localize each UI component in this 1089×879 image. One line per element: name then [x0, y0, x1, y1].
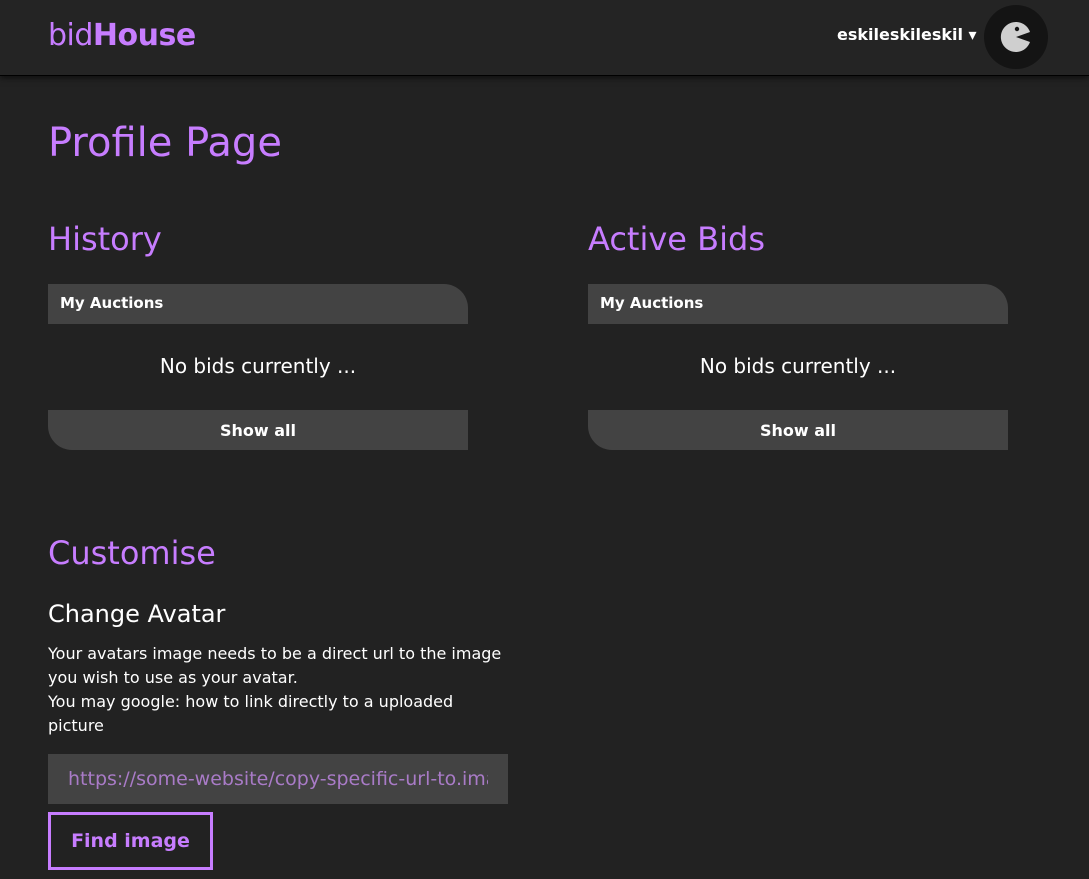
- find-image-button[interactable]: Find image: [48, 812, 213, 870]
- change-avatar-heading: Change Avatar: [48, 600, 226, 628]
- page-title: Profile Page: [48, 120, 282, 166]
- logo-text-bold: House: [92, 18, 196, 53]
- active-bids-show-all-button[interactable]: Show all: [588, 410, 1008, 450]
- chevron-down-icon: ▾: [968, 25, 977, 44]
- active-bids-empty-text: No bids currently ...: [699, 354, 897, 378]
- history-empty-text: No bids currently ...: [159, 354, 357, 378]
- avatar[interactable]: [984, 5, 1048, 69]
- history-show-all-button[interactable]: Show all: [48, 410, 468, 450]
- avatar-instructions-line-2: You may google: how to link directly to …: [48, 692, 454, 735]
- avatar-instructions-line-1: Your avatars image needs to be a direct …: [48, 644, 502, 687]
- logo-text-light: bid: [48, 18, 93, 53]
- customise-heading: Customise: [48, 534, 216, 572]
- history-heading: History: [48, 220, 162, 258]
- user-menu-dropdown[interactable]: eskileskileskil ▾: [837, 25, 977, 44]
- active-bids-panel-header: My Auctions: [588, 284, 1008, 324]
- history-panel-header: My Auctions: [48, 284, 468, 324]
- username-label: eskileskileskil: [837, 25, 963, 44]
- top-navbar: bidHouse eskileskileskil ▾: [0, 0, 1089, 76]
- active-bids-heading: Active Bids: [588, 220, 765, 258]
- bidhouse-logo[interactable]: bidHouse: [48, 18, 196, 53]
- pacman-avatar-icon: [1000, 22, 1030, 52]
- avatar-url-input[interactable]: [48, 754, 508, 804]
- avatar-instructions: Your avatars image needs to be a direct …: [48, 642, 508, 738]
